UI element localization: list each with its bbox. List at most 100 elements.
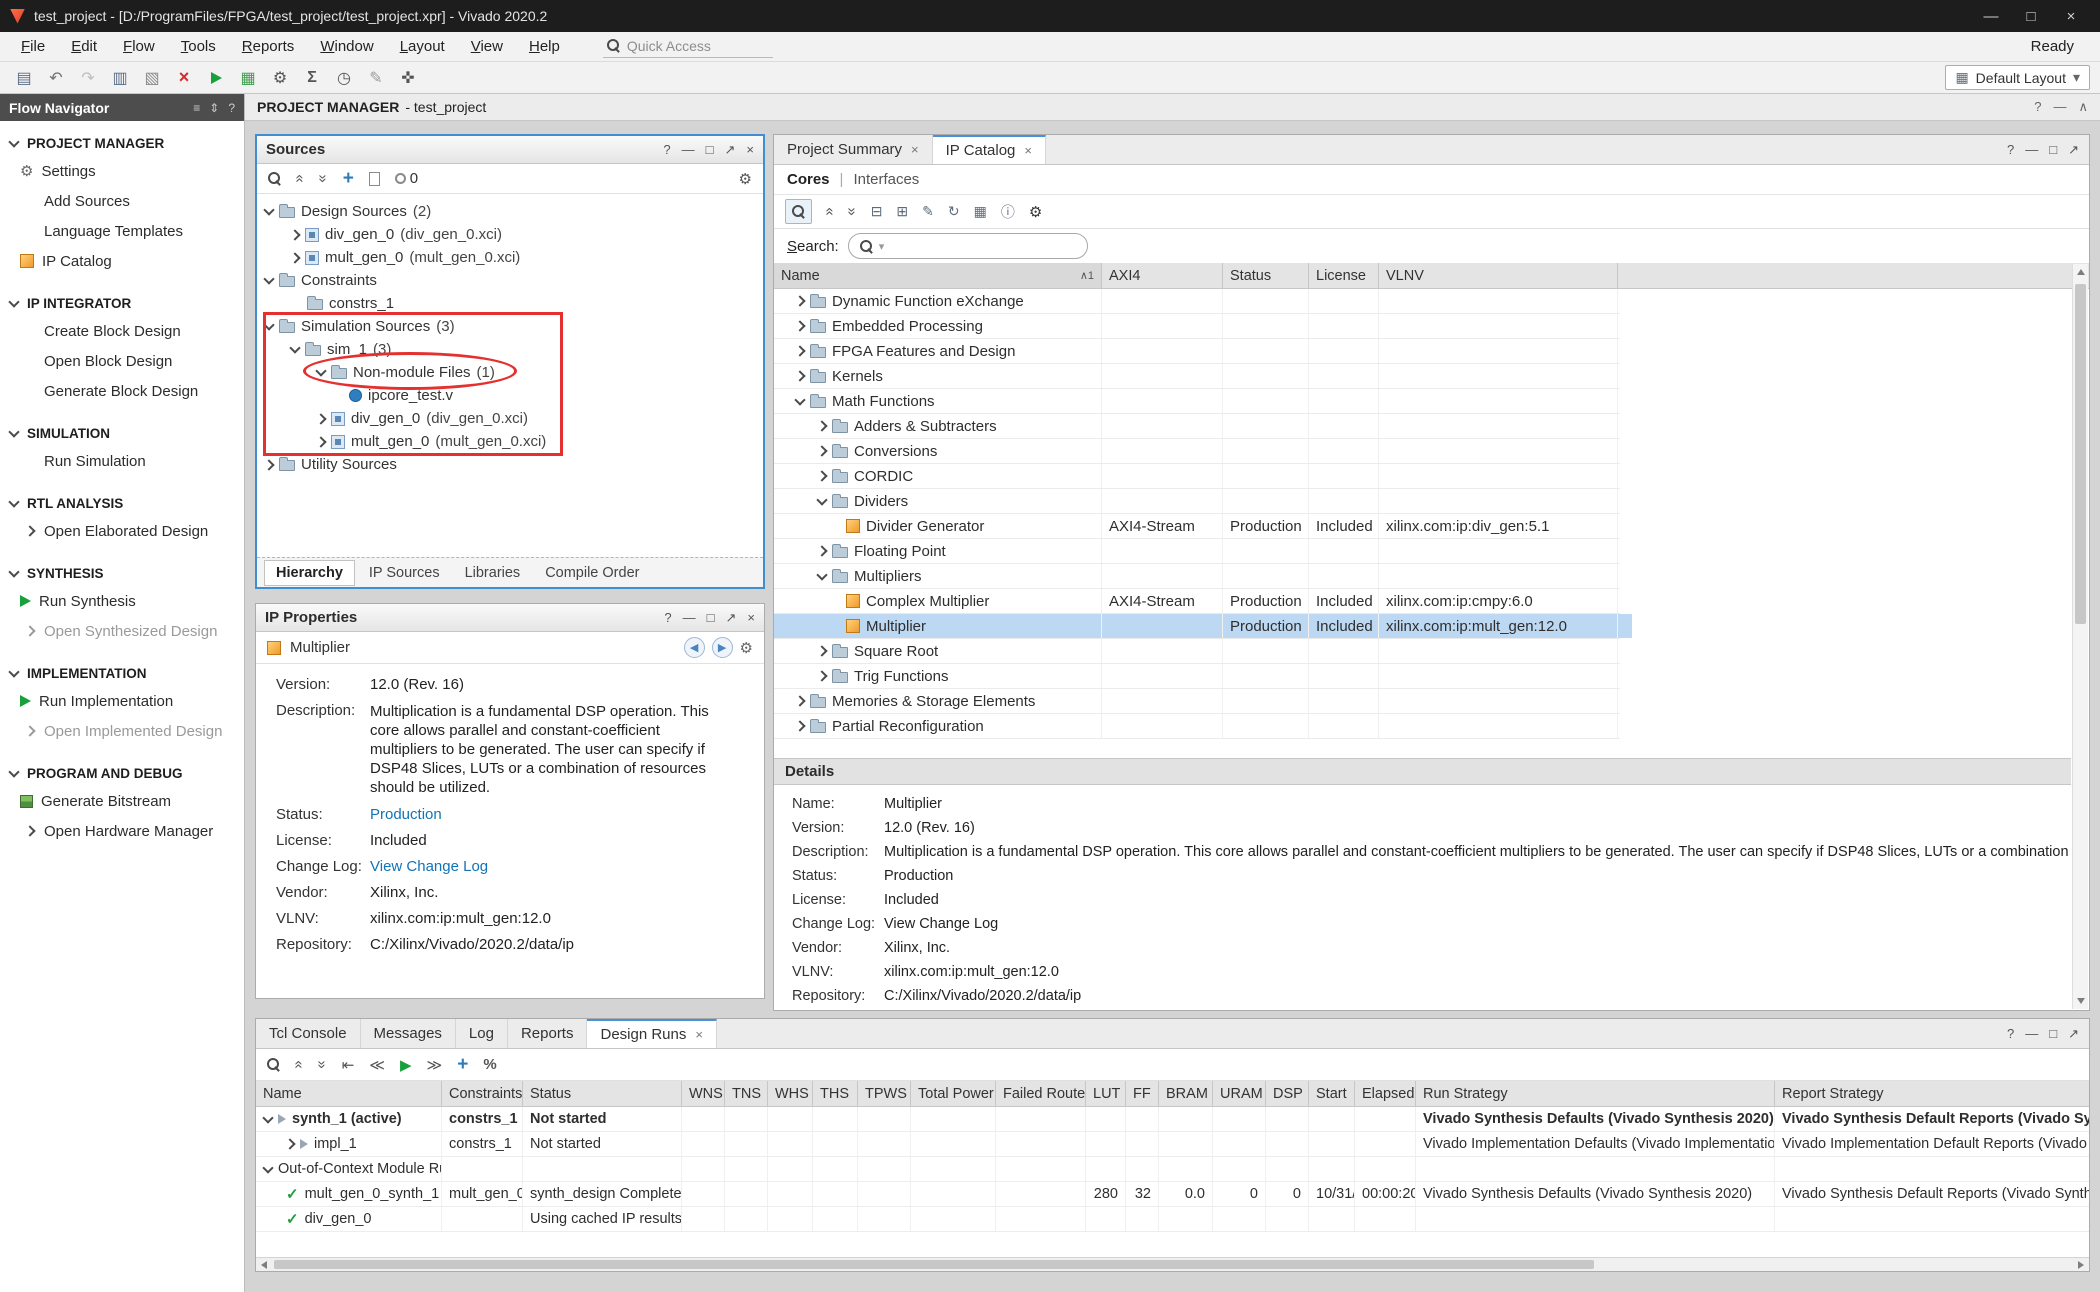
chevron-down-icon[interactable] [315,365,326,376]
table-view-icon[interactable]: ▦ [974,203,987,220]
catalog-row-divider-generator[interactable]: Divider GeneratorAXI4-StreamProductionIn… [774,514,1620,539]
scroll-right-icon[interactable] [2073,1258,2089,1271]
tree-item-utility-sources[interactable]: Utility Sources [257,453,763,476]
run-row-synth-1[interactable]: synth_1 (active) constrs_1 Not started V… [256,1107,2089,1132]
customize-icon[interactable]: ✎ [922,203,934,220]
catalog-row-multipliers[interactable]: Multipliers [774,564,1620,589]
gear-icon[interactable]: ⚙ [1029,203,1042,221]
sort-ascending-icon[interactable]: ∧1 [1080,269,1094,282]
nav-run-synthesis[interactable]: Run Synthesis [0,586,244,616]
tree-item-div-gen[interactable]: div_gen_0 (div_gen_0.xci) [257,223,763,246]
float-icon[interactable]: □ [2049,142,2057,157]
nav-open-elaborated-design[interactable]: Open Elaborated Design [0,516,244,546]
nav-settings[interactable]: ⚙Settings [0,156,244,186]
status-link[interactable]: Production [370,806,442,823]
chevron-down-icon[interactable] [816,569,827,580]
search-icon[interactable] [267,1058,280,1071]
tab-reports[interactable]: Reports [508,1019,588,1048]
chevron-down-icon[interactable] [794,394,805,405]
column-total-power[interactable]: Total Power [911,1081,996,1106]
tab-libraries[interactable]: Libraries [454,561,532,585]
chevron-right-icon[interactable] [794,720,805,731]
column-elapsed[interactable]: Elapsed [1355,1081,1416,1106]
forward-icon[interactable]: ▶ [712,637,733,658]
run-row-impl-1[interactable]: impl_1 constrs_1 Not started Vivado Impl… [256,1132,2089,1157]
maximize-icon[interactable]: ↗ [2068,1026,2079,1042]
nav-run-simulation[interactable]: Run Simulation [0,446,244,476]
layout-selector[interactable]: ▦ Default Layout ▾ [1945,65,2090,90]
expand-all-icon[interactable]: » [315,174,332,182]
column-lut[interactable]: LUT [1086,1081,1126,1106]
close-icon[interactable]: × [695,1027,703,1042]
tab-project-summary[interactable]: Project Summary× [774,135,933,164]
column-report-strategy[interactable]: Report Strategy [1775,1081,2089,1106]
add-sources-icon[interactable]: + [343,169,354,188]
minimize-icon[interactable]: — [2025,1026,2038,1041]
chevron-right-icon[interactable] [794,695,805,706]
nav-add-sources[interactable]: Add Sources [0,186,244,216]
minimize-button[interactable]: — [1972,3,2010,29]
menu-layout[interactable]: Layout [387,35,458,58]
undo-icon[interactable]: ↶ [42,65,70,91]
chevron-right-icon[interactable] [24,625,35,636]
maximize-icon[interactable]: ↗ [2068,142,2079,158]
chevron-down-icon[interactable] [289,342,300,353]
catalog-row-partial-reconfiguration[interactable]: Partial Reconfiguration [774,714,1620,739]
catalog-row-conversions[interactable]: Conversions [774,439,1620,464]
quick-access-search[interactable]: Quick Access [603,36,773,58]
column-failed-routes[interactable]: Failed Routes [996,1081,1086,1106]
tree-item-ipcore-test[interactable]: ipcore_test.v [257,384,763,407]
chevron-down-icon[interactable] [263,273,274,284]
chevron-right-icon[interactable] [794,320,805,331]
back-icon[interactable]: ◀ [684,637,705,658]
scroll-up-icon[interactable] [2073,264,2088,280]
close-icon[interactable]: × [747,610,755,626]
create-run-icon[interactable]: + [457,1055,468,1074]
collapse-icon[interactable]: ∧ [2078,99,2088,115]
chevron-right-icon[interactable] [24,825,35,836]
maximize-button[interactable]: □ [2012,3,2050,29]
column-status[interactable]: Status [523,1081,682,1106]
chevron-right-icon[interactable] [816,645,827,656]
tree-item-design-sources[interactable]: Design Sources (2) [257,200,763,223]
nav-open-implemented-design[interactable]: Open Implemented Design [0,716,244,746]
copy-icon[interactable]: ▥ [106,65,134,91]
percent-icon[interactable]: % [483,1056,496,1073]
view-cores[interactable]: Cores [787,171,830,188]
chevron-down-icon[interactable] [262,1112,273,1123]
rewind-icon[interactable]: ≪ [369,1056,385,1074]
run-row-div-gen[interactable]: ✓div_gen_0 Using cached IP results [256,1207,2089,1232]
menu-tools[interactable]: Tools [168,35,229,58]
expand-all-icon[interactable]: » [844,207,861,215]
change-log-link[interactable]: View Change Log [370,858,488,875]
save-icon[interactable]: ▤ [10,65,38,91]
tab-ip-catalog[interactable]: IP Catalog× [933,135,1046,164]
menu-edit[interactable]: Edit [58,35,110,58]
catalog-row-cordic[interactable]: CORDIC [774,464,1620,489]
nav-ip-catalog[interactable]: IP Catalog [0,246,244,276]
tree-item-simulation-sources[interactable]: Simulation Sources (3) [257,315,763,338]
nav-run-implementation[interactable]: Run Implementation [0,686,244,716]
column-license[interactable]: License [1309,263,1379,288]
close-icon[interactable]: × [746,142,754,158]
tree-item-non-module-files[interactable]: Non-module Files (1) [257,361,763,384]
catalog-row-memories-storage[interactable]: Memories & Storage Elements [774,689,1620,714]
maximize-icon[interactable]: ↗ [725,142,736,158]
menu-reports[interactable]: Reports [229,35,308,58]
menu-help[interactable]: Help [516,35,573,58]
chevron-down-icon[interactable] [263,319,274,330]
expand-all-icon[interactable]: » [314,1060,331,1068]
column-tns[interactable]: TNS [725,1081,768,1106]
column-wns[interactable]: WNS [682,1081,725,1106]
nav-generate-bitstream[interactable]: Generate Bitstream [0,786,244,816]
chevron-right-icon[interactable] [816,670,827,681]
fast-forward-icon[interactable]: ≫ [427,1056,443,1074]
nav-open-hardware-manager[interactable]: Open Hardware Manager [0,816,244,846]
minimize-icon[interactable]: — [682,142,695,158]
expand-collapse-icon[interactable]: ⇕ [209,101,219,115]
help-icon[interactable]: ? [2034,99,2041,115]
column-axi4[interactable]: AXI4 [1102,263,1223,288]
catalog-row-fpga-features[interactable]: FPGA Features and Design [774,339,1620,364]
tab-messages[interactable]: Messages [361,1019,456,1048]
catalog-row-square-root[interactable]: Square Root [774,639,1620,664]
